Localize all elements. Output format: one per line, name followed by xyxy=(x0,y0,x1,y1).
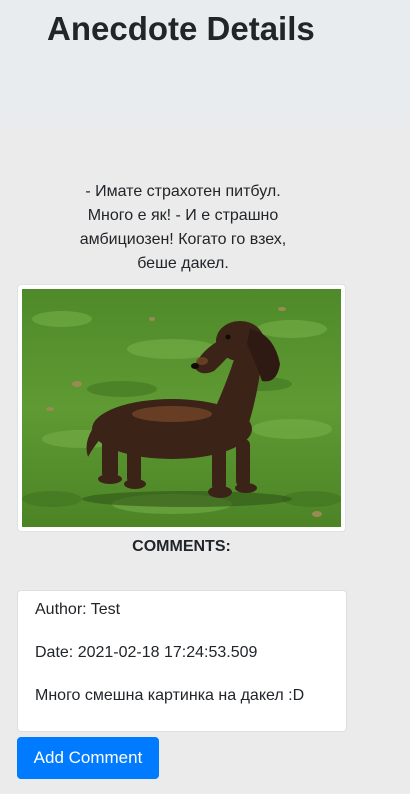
anecdote-text: - Имате страхотен питбул. Много е як! - … xyxy=(58,180,308,276)
anecdote-image xyxy=(17,284,346,532)
comment-author: Author: Test xyxy=(35,601,121,618)
comment-text: Много смешна картинка на дакел :D xyxy=(35,687,305,704)
anecdote-line: амбициозен! Когато го взех, xyxy=(79,231,287,248)
comments-heading: COMMENTS: xyxy=(132,538,231,555)
add-comment-button[interactable]: Add Comment xyxy=(17,737,159,779)
comment-date: Date: 2021-02-18 17:24:53.509 xyxy=(35,644,258,661)
page-title: Anecdote Details xyxy=(47,10,315,47)
dachshund-photo xyxy=(22,289,341,527)
anecdote-line: беше дакел. xyxy=(137,255,229,272)
comment-card: Author: Test Date: 2021-02-18 17:24:53.5… xyxy=(17,590,347,732)
anecdote-line: Много е як! - И е страшно xyxy=(87,207,279,224)
page-header: Anecdote Details xyxy=(0,0,410,126)
anecdote-line: - Имате страхотен питбул. xyxy=(85,183,281,200)
